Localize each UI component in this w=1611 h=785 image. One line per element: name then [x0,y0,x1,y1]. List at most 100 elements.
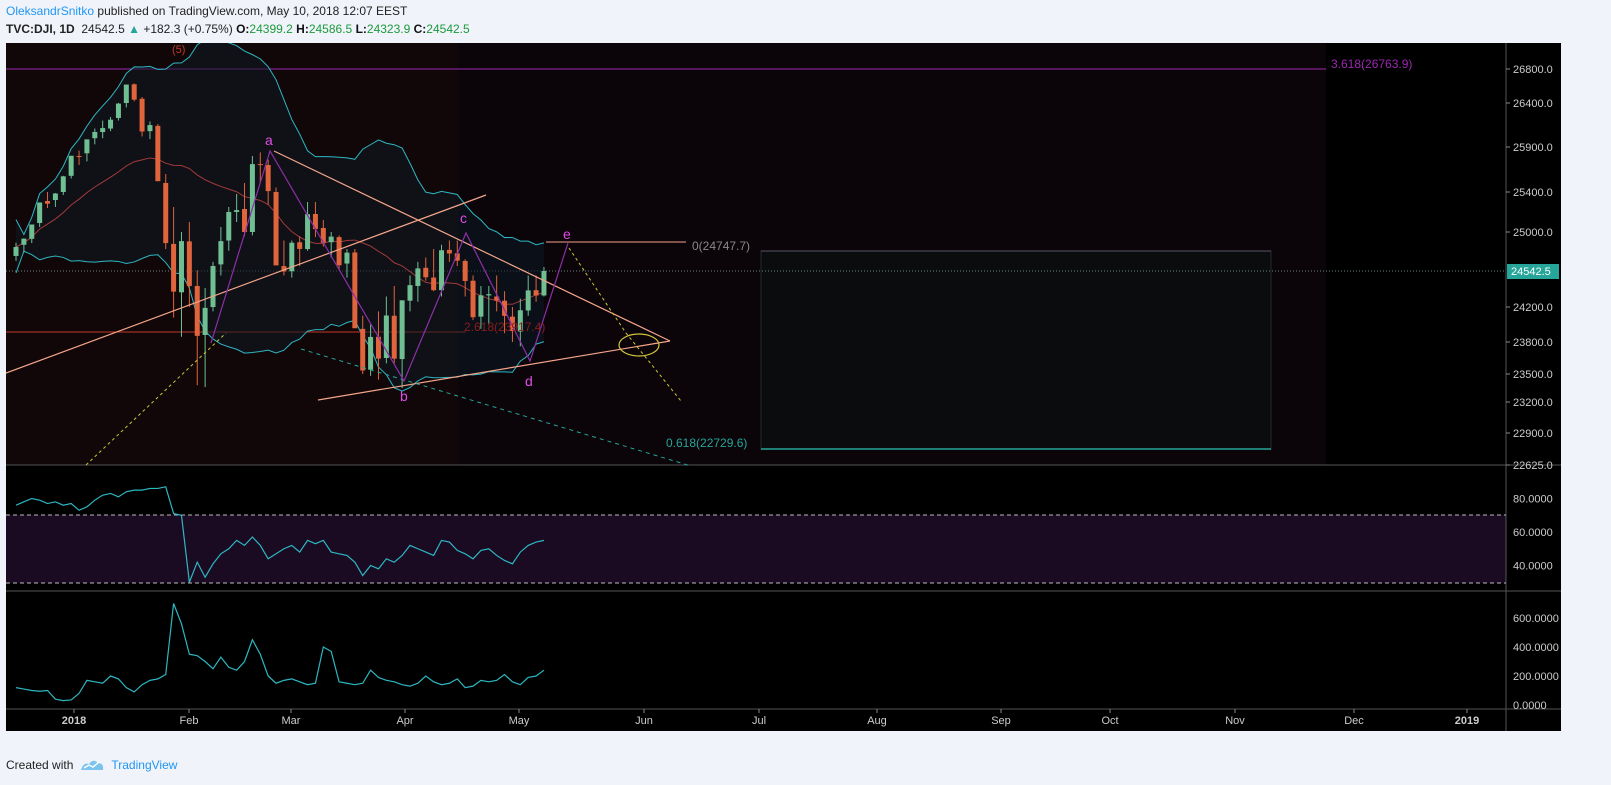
wave-5-label: (5) [172,44,185,56]
rsi-tick-label: 80.0000 [1513,494,1553,506]
last-price-tag-label: 24542.5 [1511,266,1551,278]
price-tick-label: 22625.0 [1513,460,1553,472]
candle-body [52,193,58,200]
close-label: C: [413,22,427,36]
high-value: 24586.5 [308,22,353,36]
candle-body [257,164,263,166]
author-link[interactable]: OleksandrSnitko [6,4,94,18]
time-tick-label: Aug [867,715,887,727]
candle-body [115,103,121,118]
publish-info: published on TradingView.com, May 10, 20… [97,4,408,18]
ticker-info: TVC:DJI, 1D 24542.5 ▲ +182.3 (+0.75%) O:… [6,22,470,36]
candle-body [328,236,334,243]
time-tick-label: Oct [1101,715,1118,727]
open-value: 24399.2 [249,22,293,36]
candle-body [100,128,106,133]
price-tick-label: 23800.0 [1513,337,1553,349]
time-tick-label: Feb [180,715,199,727]
last-price: 24542.5 [81,22,125,36]
time-tick-label: Jun [635,715,653,727]
candle-body [92,131,98,139]
rsi-band [6,515,1506,583]
footer: Created with TradingView [6,758,177,772]
rsi-axis: 80.0000 60.0000 40.0000 [1513,494,1553,573]
time-tick-label: Sep [991,715,1011,727]
candle-body [37,202,43,223]
fib-0618-label: 0.618(22729.6) [666,436,747,450]
candle-body [344,252,350,264]
price-tick-label: 24200.0 [1513,302,1553,314]
fib-2618-label: 2.618(23917.4) [464,320,545,334]
candle-body [541,270,547,296]
tradingview-brand-link[interactable]: TradingView [111,758,177,772]
candle-body [478,295,484,317]
candle-body [470,280,476,318]
candle-body [163,183,169,244]
rsi-tick-label: 60.0000 [1513,527,1553,539]
rsi-tick-label: 40.0000 [1513,561,1553,573]
time-tick-label: Mar [282,715,301,727]
wave-d-label: d [525,373,533,389]
candle-body [21,238,27,245]
candle-body [525,290,531,311]
candle-body [210,266,216,307]
candle-body [360,328,366,371]
close-value: 24542.5 [426,22,470,36]
low-label: L: [355,22,367,36]
time-tick-label: Jul [752,715,766,727]
candle-body [249,164,255,232]
tradingview-logo-icon [81,760,104,770]
time-tick-label: 2018 [62,715,86,727]
candle-body [234,210,240,212]
price-tick-label: 23200.0 [1513,397,1553,409]
indicator-tick-label: 200.0000 [1513,671,1559,683]
candle-body [68,155,74,176]
time-tick-label: Apr [396,715,413,727]
candle-body [60,176,66,192]
candle-body [139,98,145,132]
indicator-tick-label: 0.0000 [1513,700,1547,712]
candle-body [486,294,492,296]
candle-body [45,201,51,204]
candle-body [155,125,161,182]
time-tick-label: Dec [1344,715,1364,727]
price-tick-label: 25400.0 [1513,187,1553,199]
candle-body [178,241,184,293]
fib-0-label: 0(24747.7) [692,239,750,253]
up-arrow-icon: ▲ [128,22,140,36]
time-tick-label: Nov [1225,715,1245,727]
target-box [760,250,1272,450]
candle-body [202,307,208,335]
indicator-tick-label: 400.0000 [1513,642,1559,654]
publish-header: OleksandrSnitko published on TradingView… [6,4,407,18]
candle-body [297,242,303,249]
candle-body [407,285,413,301]
candle-body [462,260,468,281]
candle-body [147,125,153,132]
price-tick-label: 25900.0 [1513,142,1553,154]
candle-body [29,224,35,239]
candle-body [186,241,192,286]
candle-body [218,241,224,265]
price-tick-label: 26400.0 [1513,98,1553,110]
candle-body [533,290,539,296]
candle-body [84,139,90,154]
price-tick-label: 23500.0 [1513,369,1553,381]
candle-body [431,277,437,291]
candle-body [336,237,342,266]
price-tick-label: 25000.0 [1513,227,1553,239]
candle-body [446,249,452,254]
candle-body [13,247,19,256]
wave-a-label: a [265,132,273,148]
low-value: 24323.9 [366,22,411,36]
price-chart[interactable]: (5) a b c d e 3.618(26763.9) 0(24747.7) … [6,43,1561,731]
price-change: +182.3 (+0.75%) [143,22,233,36]
candle-body [368,336,374,370]
candle-body [131,84,137,100]
time-tick-label: May [509,715,530,727]
candle-body [123,84,129,103]
wave-b-label: b [400,388,408,404]
indicator-tick-label: 600.0000 [1513,613,1559,625]
open-label: O: [236,22,250,36]
candle-body [415,268,421,286]
